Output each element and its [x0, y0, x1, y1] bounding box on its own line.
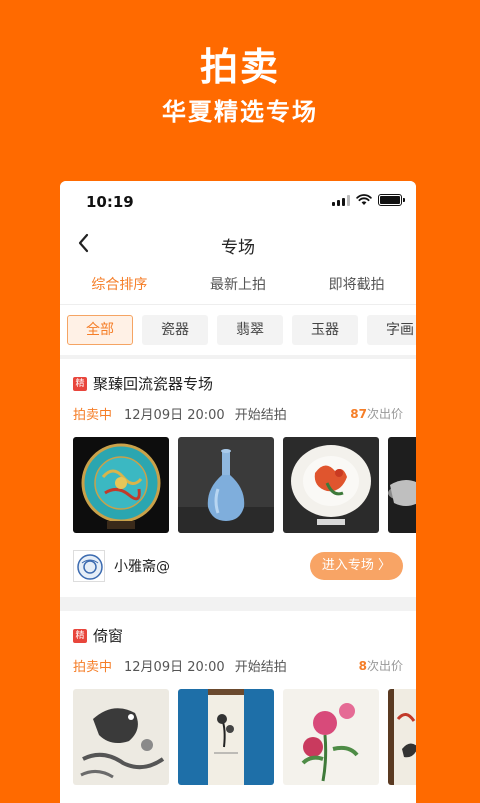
shop-name[interactable]: 小雅斋@	[114, 556, 170, 576]
lot-image-teacup[interactable]	[388, 437, 416, 533]
status-bar: 10:19	[60, 181, 416, 221]
auction-end-text: 开始结拍	[234, 408, 287, 423]
phone-screen: 10:19 专场 综合排序 最新上拍 即将截拍 全部 瓷器 翡翠 玉器 字画 精…	[60, 181, 416, 803]
lot-image-scroll-painting[interactable]	[178, 689, 274, 785]
lot-image-eagle-painting[interactable]	[73, 689, 169, 785]
auction-title[interactable]: 倚窗	[93, 625, 123, 646]
category-jade[interactable]: 玉器	[292, 315, 358, 345]
category-jadeite[interactable]: 翡翠	[217, 315, 283, 345]
lot-image-blue-vase[interactable]	[178, 437, 274, 533]
bid-count: 87次出价	[350, 407, 403, 421]
auction-card-header: 精 聚臻回流瓷器专场	[73, 373, 213, 394]
category-calligraphy[interactable]: 字画	[367, 315, 416, 345]
status-time: 10:19	[86, 193, 134, 211]
auction-card[interactable]: 精 聚臻回流瓷器专场 拍卖中 12月09日 20:00 开始结拍 87次出价 小…	[60, 359, 416, 597]
auction-card[interactable]: 精 倚窗 拍卖中 12月09日 20:00 开始结拍 8次出价	[60, 611, 416, 803]
lot-thumbnails	[73, 437, 416, 533]
shop-avatar[interactable]	[73, 550, 105, 582]
category-porcelain[interactable]: 瓷器	[142, 315, 208, 345]
auction-meta: 拍卖中 12月09日 20:00 开始结拍 87次出价	[73, 404, 403, 423]
status-icons	[332, 194, 405, 206]
lot-image-painted-dish[interactable]	[283, 437, 379, 533]
lot-image-bird-painting[interactable]	[388, 689, 416, 785]
tab-ending-soon[interactable]: 即将截拍	[297, 265, 416, 304]
bid-count: 8次出价	[358, 659, 403, 673]
auction-card-header: 精 倚窗	[73, 625, 123, 646]
page-title: 专场	[221, 238, 255, 258]
shop-row: 小雅斋@ 进入专场 〉	[73, 549, 403, 583]
auction-status: 拍卖中	[73, 408, 113, 423]
tab-newest[interactable]: 最新上拍	[179, 265, 298, 304]
lot-image-flower-painting[interactable]	[283, 689, 379, 785]
category-filter-bar: 全部 瓷器 翡翠 玉器 字画	[60, 305, 416, 355]
auction-status: 拍卖中	[73, 660, 113, 675]
auction-meta: 拍卖中 12月09日 20:00 开始结拍 8次出价	[73, 656, 403, 675]
tab-comprehensive-sort[interactable]: 综合排序	[60, 265, 179, 304]
auction-title[interactable]: 聚臻回流瓷器专场	[93, 373, 213, 394]
auction-end-text: 开始结拍	[234, 660, 287, 675]
sort-tabs: 综合排序 最新上拍 即将截拍	[60, 265, 416, 305]
featured-badge: 精	[73, 376, 87, 391]
auction-date: 12月09日 20:00	[124, 408, 225, 423]
wifi-icon	[356, 194, 372, 205]
promo-subtitle: 华夏精选专场	[162, 98, 318, 126]
battery-icon	[378, 194, 405, 206]
nav-bar: 专场	[60, 221, 416, 265]
lot-image-cloisonne-plate[interactable]	[73, 437, 169, 533]
promo-title: 拍卖	[199, 45, 280, 89]
enter-auction-button[interactable]: 进入专场 〉	[309, 552, 403, 580]
category-all[interactable]: 全部	[67, 315, 133, 345]
lot-thumbnails	[73, 689, 416, 785]
signal-icon	[332, 194, 350, 206]
auction-date: 12月09日 20:00	[124, 660, 225, 675]
featured-badge: 精	[73, 628, 87, 643]
